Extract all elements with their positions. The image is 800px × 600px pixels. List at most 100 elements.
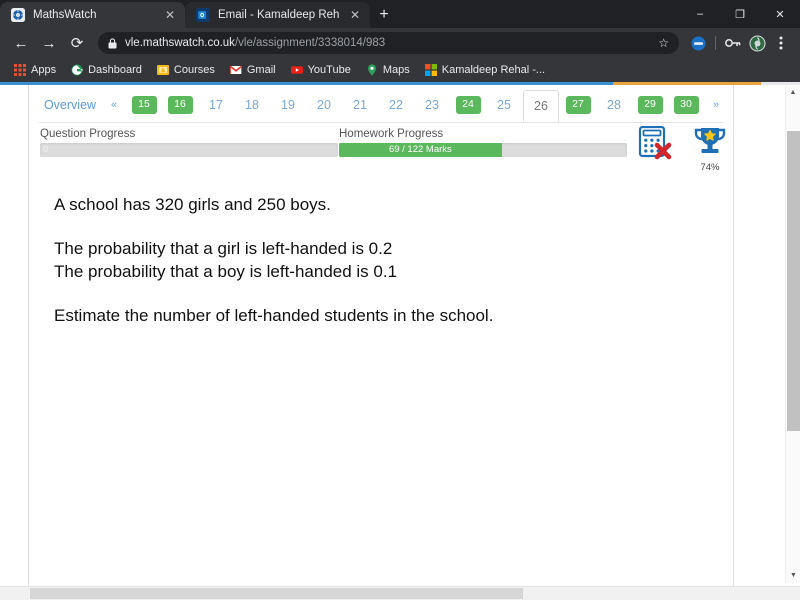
horizontal-scrollbar[interactable] [0, 586, 800, 600]
minimize-button[interactable]: – [680, 0, 720, 28]
pagination-overview-link[interactable]: Overview [39, 94, 101, 116]
homework-progress-value: 69 / 122 Marks [388, 144, 452, 156]
bookmark-dashboard[interactable]: Dashboard [65, 62, 148, 78]
close-icon[interactable]: ✕ [163, 9, 177, 21]
bookmark-courses[interactable]: Courses [151, 62, 221, 78]
question-progress-group: Question Progress 0 [40, 128, 338, 157]
bookmark-kamaldeep-rehal[interactable]: Kamaldeep Rehal -... [419, 62, 551, 78]
back-button[interactable]: ← [8, 30, 34, 56]
pagination-label: 29 [637, 96, 663, 114]
pagination-item-18[interactable]: 18 [235, 94, 269, 116]
key-icon[interactable] [722, 30, 744, 56]
calculator-not-allowed-icon [638, 125, 672, 160]
homework-progress-fill: 69 / 122 Marks [339, 143, 502, 157]
microsoft-icon [424, 64, 437, 76]
pagination-item-27[interactable]: 27 [561, 92, 595, 117]
tab-title: MathsWatch [33, 9, 97, 21]
scroll-up-button[interactable]: ▲ [786, 85, 800, 100]
pagination-item-25[interactable]: 25 [487, 94, 521, 116]
homework-progress-label: Homework Progress [339, 128, 444, 140]
question-meta-icons: 74% [636, 125, 732, 173]
calculator-not-allowed [636, 125, 676, 165]
pagination-item-21[interactable]: 21 [343, 94, 377, 116]
pagination-item-17[interactable]: 17 [199, 94, 233, 116]
apps-grid-icon [14, 64, 26, 76]
browser-tab-email[interactable]: Email - Kamaldeep Rehal - Outlo ✕ [185, 2, 370, 28]
tab-title: Email - Kamaldeep Rehal - Outlo [218, 9, 340, 21]
question-line-1: A school has 320 girls and 250 boys. [54, 195, 331, 214]
address-bar-text: vle.mathswatch.co.uk/vle/assignment/3338… [125, 37, 385, 49]
profile-circle-icon[interactable] [687, 30, 709, 56]
pagination-item-29[interactable]: 29 [633, 92, 667, 117]
gmail-icon [229, 65, 242, 74]
avatar-icon[interactable] [746, 30, 768, 56]
google-g-icon [71, 64, 83, 76]
pagination-item-20[interactable]: 20 [307, 94, 341, 116]
toolbar-divider [715, 36, 716, 50]
bookmark-youtube[interactable]: YouTube [285, 62, 357, 78]
pagination-item-26-active[interactable]: 26 [523, 90, 559, 122]
question-pagination: Overview « 15 16 17 18 19 20 21 22 23 24… [29, 86, 733, 124]
scroll-down-button[interactable]: ▼ [786, 568, 800, 583]
maximize-button[interactable]: ❐ [720, 0, 760, 28]
pagination-item-15[interactable]: 15 [127, 92, 161, 117]
pagination-label: 15 [131, 96, 157, 114]
pagination-item-22[interactable]: 22 [379, 94, 413, 116]
address-bar[interactable]: vle.mathswatch.co.uk/vle/assignment/3338… [98, 32, 679, 54]
bookmark-label: Courses [173, 64, 215, 76]
bookmark-star-icon[interactable]: ☆ [658, 36, 669, 50]
kebab-menu-icon[interactable] [770, 30, 792, 56]
reload-button[interactable]: ⟳ [64, 30, 90, 56]
bookmark-apps[interactable]: Apps [8, 62, 62, 78]
window-controls: – ❐ ✕ [680, 0, 800, 28]
homework-progress-group: Homework Progress 69 / 122 Marks [339, 128, 627, 157]
vertical-scrollbar-thumb[interactable] [787, 131, 800, 431]
outlook-icon [196, 8, 210, 22]
classroom-icon [156, 65, 169, 75]
question-line-2: The probability that a girl is left-hand… [54, 239, 393, 259]
pagination-label: 16 [167, 96, 193, 114]
progress-section: Question Progress 0 Homework Progress 69… [29, 128, 733, 170]
question-line-3: The probability that a boy is left-hande… [54, 261, 398, 281]
bookmark-label: Dashboard [88, 64, 142, 76]
bookmark-label: Gmail [246, 64, 276, 76]
pagination-item-23[interactable]: 23 [415, 94, 449, 116]
horizontal-scrollbar-thumb[interactable] [30, 588, 523, 599]
browser-tab-mathswatch[interactable]: MathsWatch ✕ [0, 2, 185, 28]
pagination-label: 24 [455, 96, 481, 114]
question-progress-bar: 0 [40, 143, 338, 157]
bookmark-label: Kamaldeep Rehal -... [441, 64, 546, 76]
homework-progress-bar: 69 / 122 Marks [339, 143, 627, 157]
pagination-item-24[interactable]: 24 [451, 92, 485, 117]
question-content: A school has 320 girls and 250 boys. The… [54, 194, 694, 328]
pagination-item-28[interactable]: 28 [597, 94, 631, 116]
pagination-item-19[interactable]: 19 [271, 94, 305, 116]
url-domain: vle.mathswatch.co.uk [125, 37, 235, 49]
question-line-4: Estimate the number of left-handed stude… [54, 306, 494, 326]
trophy-star-icon [694, 128, 726, 153]
forward-button[interactable]: → [36, 30, 62, 56]
pagination-item-16[interactable]: 16 [163, 92, 197, 117]
browser-tab-strip: MathsWatch ✕ Email - Kamaldeep Rehal - O… [0, 0, 800, 28]
pagination-item-30[interactable]: 30 [669, 92, 703, 117]
bookmark-gmail[interactable]: Gmail [224, 62, 282, 78]
trophy-percent-label: 74% [700, 162, 720, 173]
url-path: /vle/assignment/3338014/983 [234, 37, 386, 49]
trophy-score: 74% [690, 126, 730, 173]
pagination-prev-button[interactable]: « [103, 95, 125, 115]
pagination-next-button[interactable]: » [705, 95, 727, 115]
question-progress-label: Question Progress [40, 128, 136, 140]
new-tab-button[interactable]: + [370, 2, 398, 28]
close-window-button[interactable]: ✕ [760, 0, 800, 28]
vertical-scrollbar[interactable]: ▲ ▼ [785, 85, 800, 583]
page-viewport: Overview « 15 16 17 18 19 20 21 22 23 24… [0, 82, 800, 600]
bookmark-label: Maps [382, 64, 410, 76]
mathswatch-icon [11, 8, 25, 22]
close-icon[interactable]: ✕ [348, 9, 362, 21]
bookmark-maps[interactable]: Maps [360, 62, 416, 78]
bookmark-label: YouTube [307, 64, 351, 76]
pagination-divider [39, 122, 723, 123]
browser-toolbar: ← → ⟳ vle.mathswatch.co.uk/vle/assignmen… [0, 28, 800, 58]
pagination-label: 30 [673, 96, 699, 114]
